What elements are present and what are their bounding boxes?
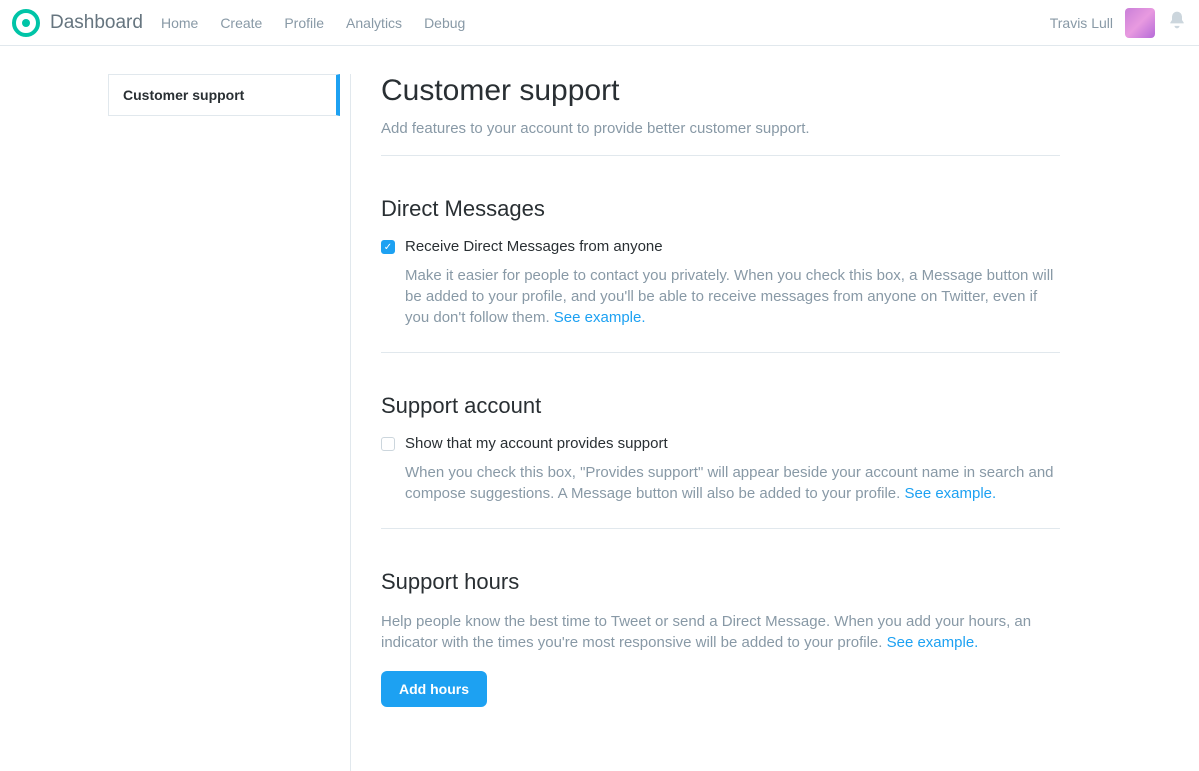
username: Travis Lull (1050, 15, 1113, 31)
section-direct-messages: Direct Messages ✓ Receive Direct Message… (381, 156, 1060, 353)
support-checkbox-row: Show that my account provides support (381, 435, 1060, 452)
support-checkbox[interactable] (381, 437, 395, 451)
sidebar: Customer support (0, 74, 340, 771)
support-help-text: When you check this box, "Provides suppo… (405, 462, 1060, 504)
dm-checkbox-row: ✓ Receive Direct Messages from anyone (381, 238, 1060, 255)
logo-icon (12, 9, 40, 37)
nav-profile[interactable]: Profile (284, 15, 324, 31)
topbar: Dashboard Home Create Profile Analytics … (0, 0, 1199, 46)
dm-checkbox[interactable]: ✓ (381, 240, 395, 254)
brand-title: Dashboard (50, 12, 143, 34)
add-hours-button[interactable]: Add hours (381, 671, 487, 707)
page-description: Add features to your account to provide … (381, 120, 1060, 156)
nav-home[interactable]: Home (161, 15, 198, 31)
dm-see-example-link[interactable]: See example. (554, 309, 646, 326)
nav-debug[interactable]: Debug (424, 15, 465, 31)
hours-see-example-link[interactable]: See example. (887, 634, 979, 651)
topbar-right: Travis Lull (1050, 8, 1187, 38)
dm-heading: Direct Messages (381, 196, 1060, 222)
main-nav: Home Create Profile Analytics Debug (161, 15, 465, 31)
section-support-account: Support account Show that my account pro… (381, 353, 1060, 529)
dm-checkbox-label: Receive Direct Messages from anyone (405, 238, 663, 255)
support-see-example-link[interactable]: See example. (904, 485, 996, 502)
section-support-hours: Support hours Help people know the best … (381, 529, 1060, 731)
dm-help-body: Make it easier for people to contact you… (405, 267, 1053, 326)
page-body: Customer support Customer support Add fe… (0, 46, 1199, 771)
hours-heading: Support hours (381, 569, 1060, 595)
support-heading: Support account (381, 393, 1060, 419)
avatar[interactable] (1125, 8, 1155, 38)
support-checkbox-label: Show that my account provides support (405, 435, 668, 452)
page-title: Customer support (381, 74, 1060, 108)
dm-help-text: Make it easier for people to contact you… (405, 265, 1060, 328)
sidebar-item-customer-support[interactable]: Customer support (108, 74, 340, 116)
main-content: Customer support Add features to your ac… (350, 74, 1070, 771)
nav-analytics[interactable]: Analytics (346, 15, 402, 31)
notifications-icon[interactable] (1167, 10, 1187, 35)
hours-help-text: Help people know the best time to Tweet … (381, 611, 1060, 653)
nav-create[interactable]: Create (220, 15, 262, 31)
